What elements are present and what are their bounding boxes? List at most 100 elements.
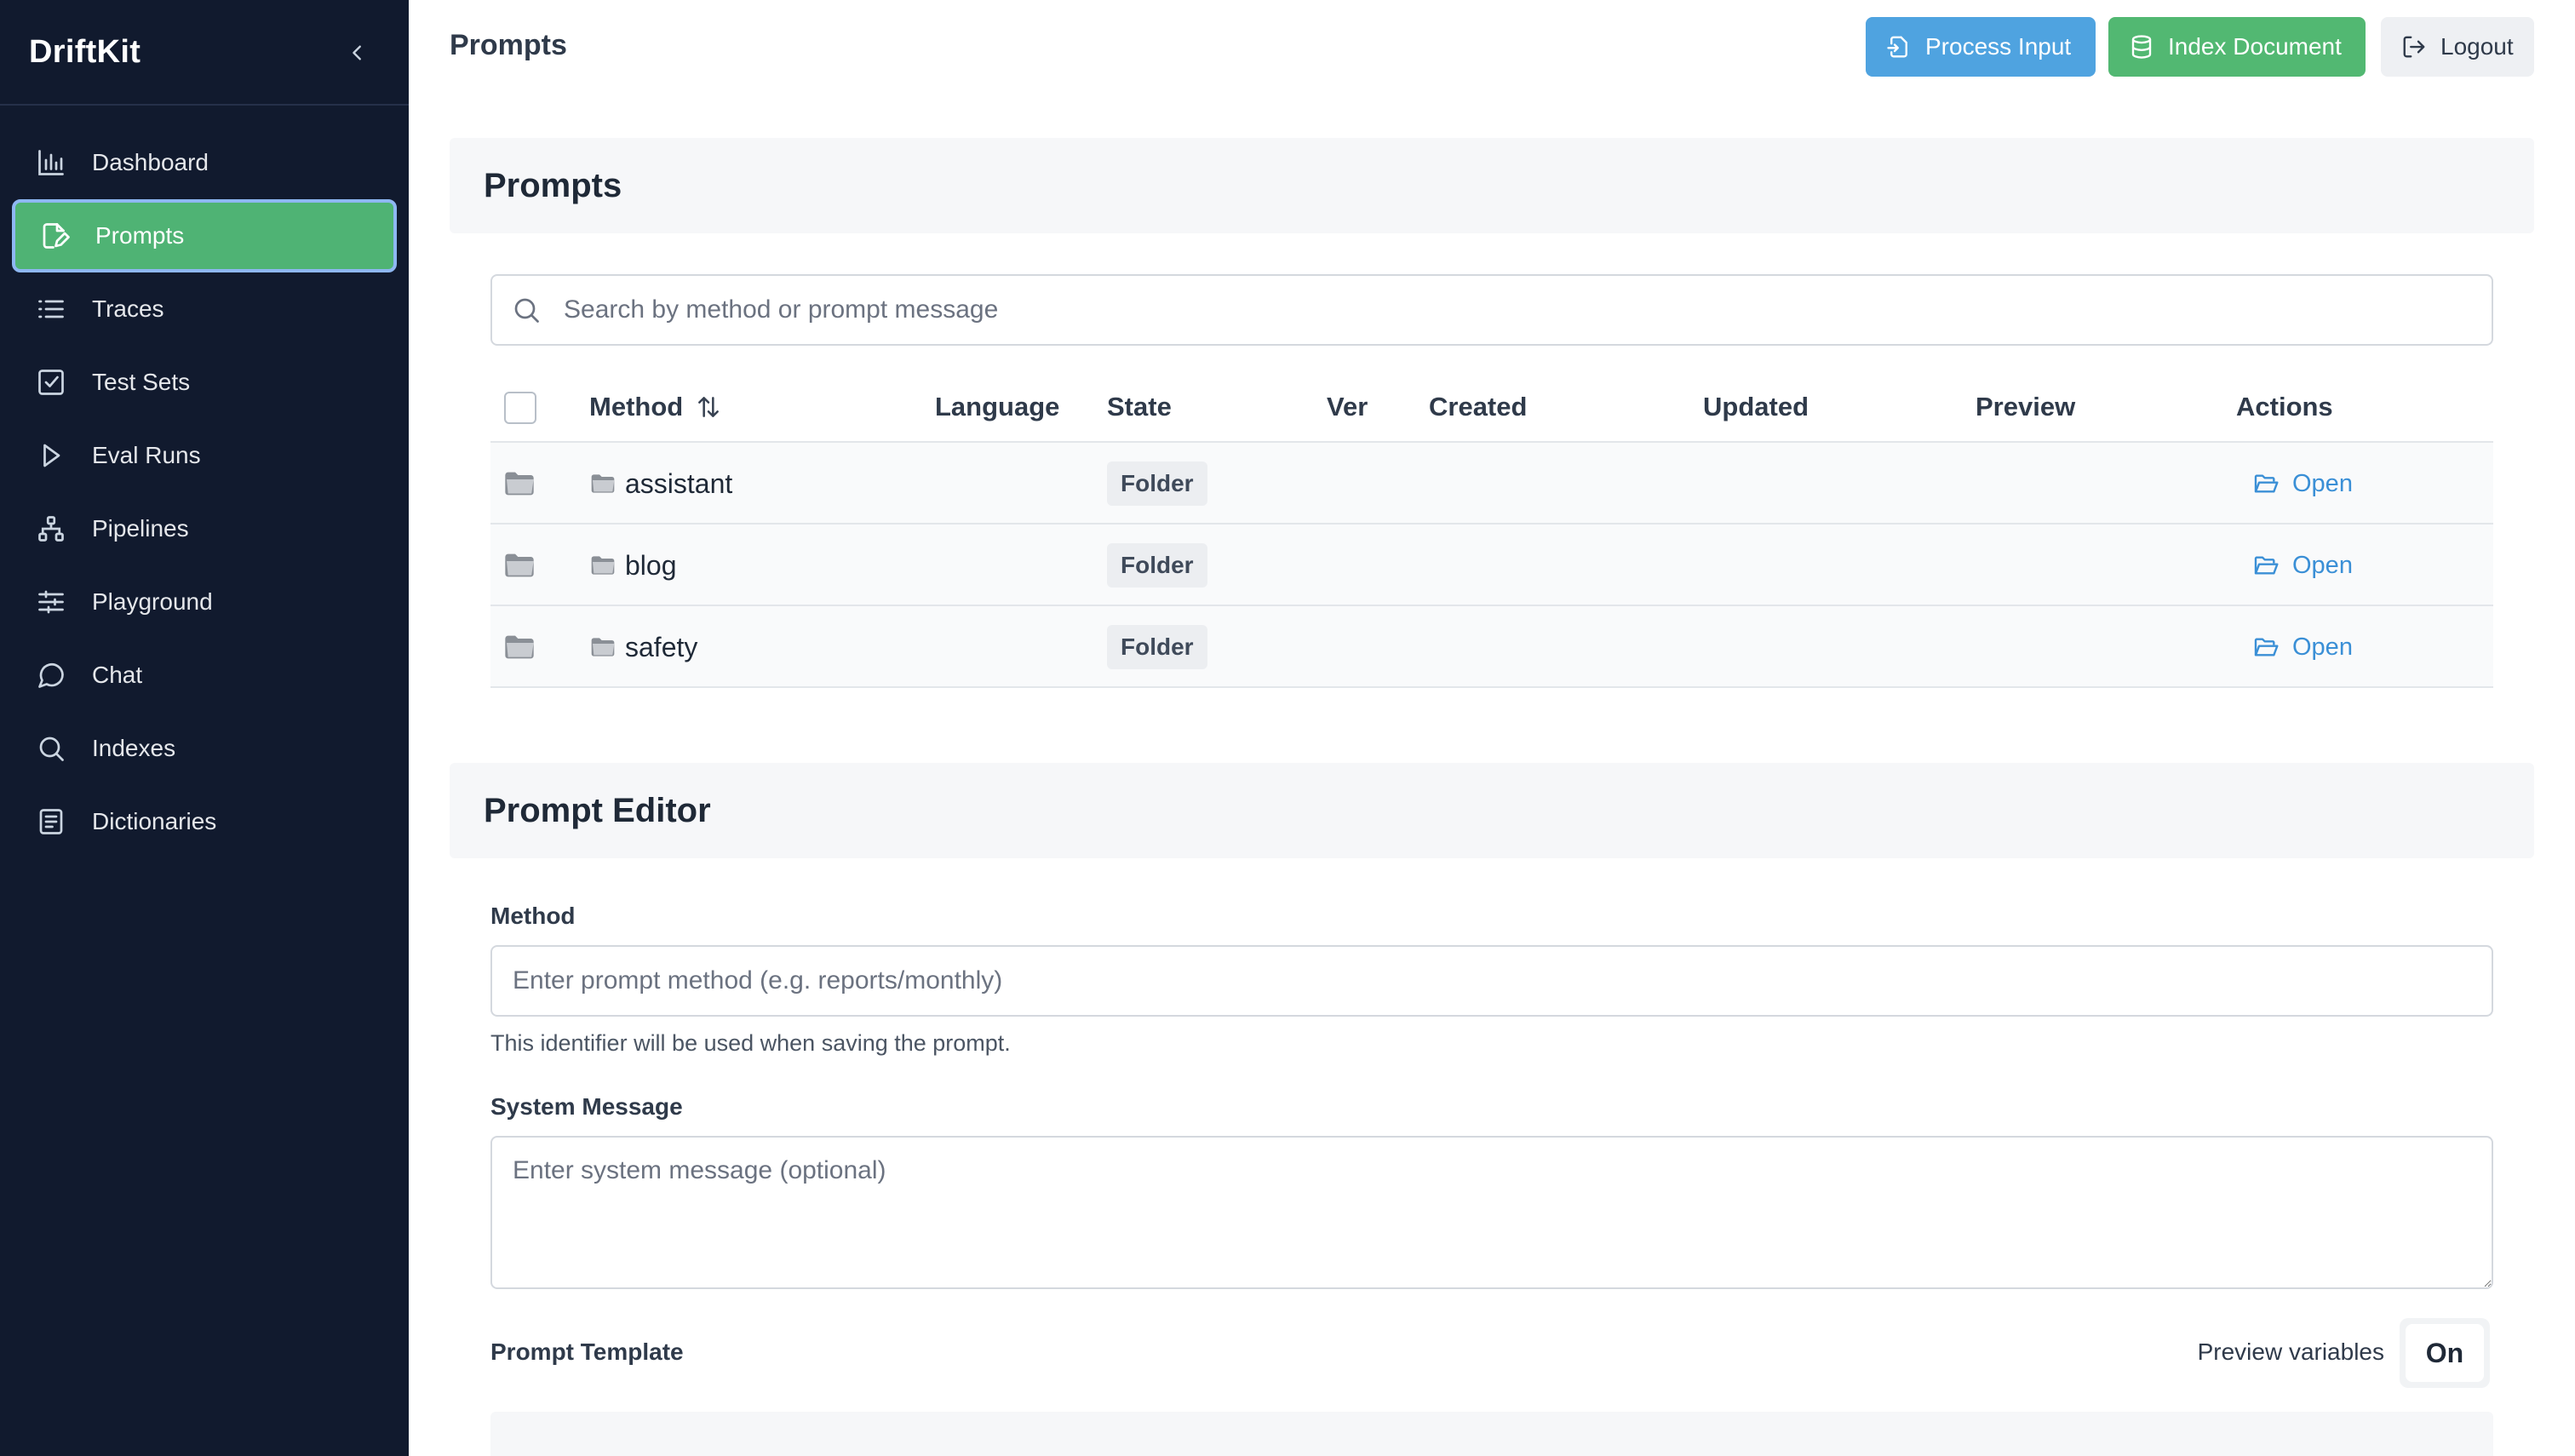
play-icon	[34, 439, 68, 473]
actions-cell: Open	[2251, 525, 2353, 606]
sidebar-item-label: Indexes	[92, 735, 176, 761]
folder-open-icon	[2251, 469, 2280, 498]
column-method-label: Method	[589, 392, 684, 421]
column-actions: Actions	[2236, 392, 2333, 421]
table-row[interactable]: safety Folder Open	[490, 606, 2493, 688]
sitemap-icon	[34, 512, 68, 546]
open-folder-button[interactable]: Open	[2251, 469, 2353, 498]
sidebar-item-label: Chat	[92, 662, 143, 688]
method-input[interactable]	[490, 945, 2493, 1017]
sidebar-item-label: Test Sets	[92, 369, 191, 395]
collapse-sidebar-button[interactable]	[341, 36, 375, 70]
edit-file-icon	[37, 219, 72, 253]
sidebar-item-label: Prompts	[95, 222, 185, 249]
state-badge: Folder	[1107, 461, 1207, 506]
folder-icon	[502, 443, 536, 525]
open-label: Open	[2292, 469, 2353, 497]
method-name: assistant	[625, 467, 733, 499]
state-cell: Folder	[1107, 443, 1207, 525]
process-input-button[interactable]: Process Input	[1866, 17, 2096, 77]
search-box	[490, 274, 2493, 346]
sidebar-item-dictionaries[interactable]: Dictionaries	[12, 785, 397, 858]
system-message-label: System Message	[490, 1093, 683, 1120]
sidebar-item-dashboard[interactable]: Dashboard	[12, 126, 397, 199]
sidebar-header: DriftKit	[0, 0, 409, 106]
column-ver[interactable]: Ver	[1327, 392, 1368, 422]
top-bar: Prompts Process Input Index Document Log…	[409, 0, 2575, 94]
column-state[interactable]: State	[1107, 392, 1172, 422]
prompts-section-header: Prompts	[450, 138, 2534, 233]
state-badge: Folder	[1107, 625, 1207, 669]
index-document-label: Index Document	[2168, 33, 2342, 60]
toggle-state: On	[2406, 1324, 2484, 1382]
sidebar-item-label: Eval Runs	[92, 442, 201, 468]
select-all-checkbox[interactable]	[504, 392, 536, 424]
state-badge: Folder	[1107, 543, 1207, 588]
folder-icon	[591, 638, 615, 656]
column-language[interactable]: Language	[935, 392, 1059, 422]
prompts-table: Method Language State Ver Created Update…	[490, 375, 2493, 688]
sidebar-item-chat[interactable]: Chat	[12, 639, 397, 712]
search-input[interactable]	[564, 295, 2437, 324]
open-folder-button[interactable]: Open	[2251, 633, 2353, 662]
open-folder-button[interactable]: Open	[2251, 551, 2353, 580]
sidebar-item-indexes[interactable]: Indexes	[12, 712, 397, 785]
method-help-text: This identifier will be used when saving…	[490, 1030, 1011, 1056]
sidebar-nav: Dashboard Prompts Traces Test Sets Eval …	[0, 106, 409, 858]
prompt-editor-title: Prompt Editor	[484, 791, 711, 829]
open-label: Open	[2292, 551, 2353, 579]
page-title: Prompts	[450, 29, 567, 61]
index-document-button[interactable]: Index Document	[2108, 17, 2366, 77]
folder-icon	[591, 474, 615, 493]
table-row[interactable]: assistant Folder Open	[490, 443, 2493, 525]
sidebar-item-pipelines[interactable]: Pipelines	[12, 492, 397, 565]
logout-label: Logout	[2440, 33, 2514, 60]
folder-open-icon	[2251, 551, 2280, 580]
open-label: Open	[2292, 633, 2353, 661]
bar-chart-icon	[34, 146, 68, 180]
sidebar-item-test-sets[interactable]: Test Sets	[12, 346, 397, 419]
folder-open-icon	[2251, 633, 2280, 662]
column-updated[interactable]: Updated	[1703, 392, 1809, 422]
sidebar-item-label: Playground	[92, 588, 213, 615]
chat-icon	[34, 658, 68, 692]
prompt-template-editor[interactable]	[490, 1412, 2493, 1456]
sidebar-item-eval-runs[interactable]: Eval Runs	[12, 419, 397, 492]
sidebar-item-label: Dictionaries	[92, 808, 217, 834]
sidebar-item-prompts[interactable]: Prompts	[12, 199, 397, 272]
database-icon	[2127, 32, 2156, 61]
folder-icon	[591, 556, 615, 575]
sidebar-item-label: Dashboard	[92, 149, 209, 175]
brand-logo[interactable]: DriftKit	[29, 34, 141, 71]
chevron-left-icon	[353, 45, 361, 60]
system-message-textarea[interactable]	[490, 1136, 2493, 1289]
main-content: Prompts Method Language State Ver Create…	[409, 94, 2575, 1456]
sliders-icon	[34, 585, 68, 619]
logout-button[interactable]: Logout	[2381, 17, 2534, 77]
search-icon	[509, 293, 543, 327]
preview-variables-toggle[interactable]: On	[2400, 1318, 2490, 1388]
column-created[interactable]: Created	[1429, 392, 1527, 422]
method-cell[interactable]: safety	[589, 606, 697, 688]
prompt-editor-header: Prompt Editor	[450, 763, 2534, 858]
process-input-label: Process Input	[1925, 33, 2072, 60]
table-row[interactable]: blog Folder Open	[490, 525, 2493, 606]
prompts-section-title: Prompts	[484, 166, 622, 204]
method-cell[interactable]: assistant	[589, 443, 732, 525]
sidebar-item-playground[interactable]: Playground	[12, 565, 397, 639]
column-preview: Preview	[1976, 392, 2076, 421]
sidebar: DriftKit Dashboard Prompts Traces Test S…	[0, 0, 409, 1456]
search-icon	[34, 731, 68, 765]
actions-cell: Open	[2251, 606, 2353, 688]
table-header: Method Language State Ver Created Update…	[490, 375, 2493, 443]
column-method[interactable]: Method	[589, 392, 722, 422]
method-label: Method	[490, 903, 576, 929]
method-cell[interactable]: blog	[589, 525, 677, 606]
preview-variables-label: Preview variables	[2197, 1338, 2384, 1365]
state-cell: Folder	[1107, 525, 1207, 606]
method-name: safety	[625, 631, 698, 662]
logout-icon	[2400, 32, 2429, 61]
sidebar-item-traces[interactable]: Traces	[12, 272, 397, 346]
folder-icon	[502, 525, 536, 606]
actions-cell: Open	[2251, 443, 2353, 525]
